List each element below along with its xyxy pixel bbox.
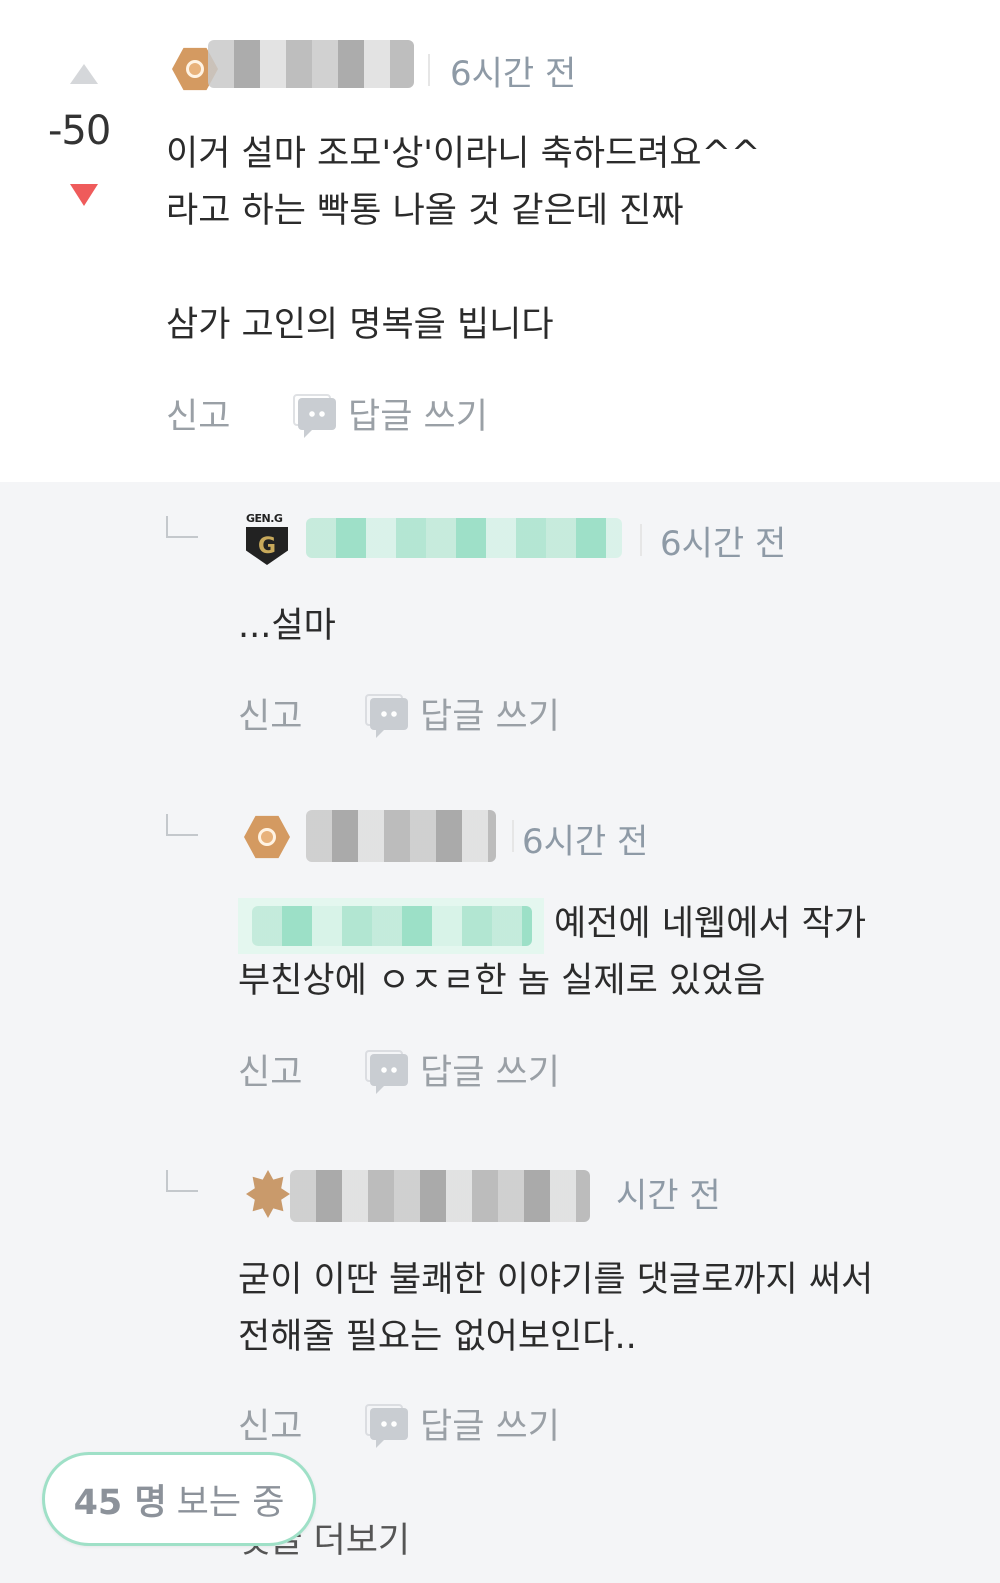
comment-time: 시간 전 <box>616 1176 721 1216</box>
upvote-icon[interactable] <box>70 64 98 84</box>
comment-text-line: 굳이 이딴 불쾌한 이야기를 댓글로까지 써서 <box>238 1260 874 1300</box>
comment-time: 6시간 전 <box>660 524 787 564</box>
team-badge-mark: G <box>257 533 277 559</box>
main-comment: -50 6시간 전 이거 설마 조모'상'이라니 축하드려요^^ 라고 하는 빡… <box>0 0 1000 482</box>
comment-time: 6시간 전 <box>450 54 577 94</box>
viewer-count: 45 명 <box>73 1482 167 1523</box>
reply-indent-icon <box>166 516 198 538</box>
username-blurred[interactable] <box>306 518 622 558</box>
divider <box>640 524 642 556</box>
reply-label: 답글 쓰기 <box>348 397 488 437</box>
report-button[interactable]: 신고 <box>166 388 230 439</box>
reply-button[interactable]: 답글 쓰기 <box>293 388 488 439</box>
viewer-label: 보는 중 <box>176 1482 285 1523</box>
divider <box>428 54 430 86</box>
reply-label: 답글 쓰기 <box>420 697 560 737</box>
user-level-icon <box>246 1170 290 1218</box>
mention-tag-blurred[interactable] <box>238 898 544 954</box>
comment-text-line: 이거 설마 조모'상'이라니 축하드려요^^ <box>166 134 761 174</box>
username-blurred[interactable] <box>306 810 496 862</box>
vote-score: -50 <box>48 108 111 154</box>
comment-text-line: 전해줄 필요는 없어보인다.. <box>238 1317 637 1357</box>
downvote-icon[interactable] <box>70 184 98 206</box>
reply-label: 답글 쓰기 <box>420 1053 560 1093</box>
comment-text-line: 삼가 고인의 명복을 빕니다 <box>166 305 554 345</box>
chat-bubble-icon <box>365 1049 408 1094</box>
reply-button[interactable]: 답글 쓰기 <box>365 1398 560 1449</box>
reply-button[interactable]: 답글 쓰기 <box>365 688 560 739</box>
comment-time: 6시간 전 <box>522 822 649 862</box>
chat-bubble-icon <box>293 393 336 438</box>
username-blurred[interactable] <box>290 1170 590 1222</box>
comment-text-line: 라고 하는 빡통 나올 것 같은데 진짜 <box>166 191 684 231</box>
comment-text-line: ...설마 <box>238 606 336 646</box>
comment-text-line: 부친상에 ㅇㅈㄹ한 놈 실제로 있었음 <box>238 961 766 1001</box>
reply-button[interactable]: 답글 쓰기 <box>365 1044 560 1095</box>
reply-label: 답글 쓰기 <box>420 1407 560 1447</box>
divider <box>512 820 514 852</box>
chat-bubble-icon <box>365 1403 408 1448</box>
report-button[interactable]: 신고 <box>238 1398 302 1449</box>
team-badge-text: GEN.G <box>246 512 283 525</box>
team-badge-icon: GEN.G G <box>246 512 292 568</box>
reply-indent-icon <box>166 814 198 836</box>
username-blurred[interactable] <box>208 40 414 88</box>
report-button[interactable]: 신고 <box>238 688 302 739</box>
reply-indent-icon <box>166 1170 198 1192</box>
report-button[interactable]: 신고 <box>238 1044 302 1095</box>
comment-text-line: 예전에 네웹에서 작가 <box>554 904 867 944</box>
viewers-badge: 45 명 보는 중 <box>42 1452 316 1546</box>
chat-bubble-icon <box>365 693 408 738</box>
